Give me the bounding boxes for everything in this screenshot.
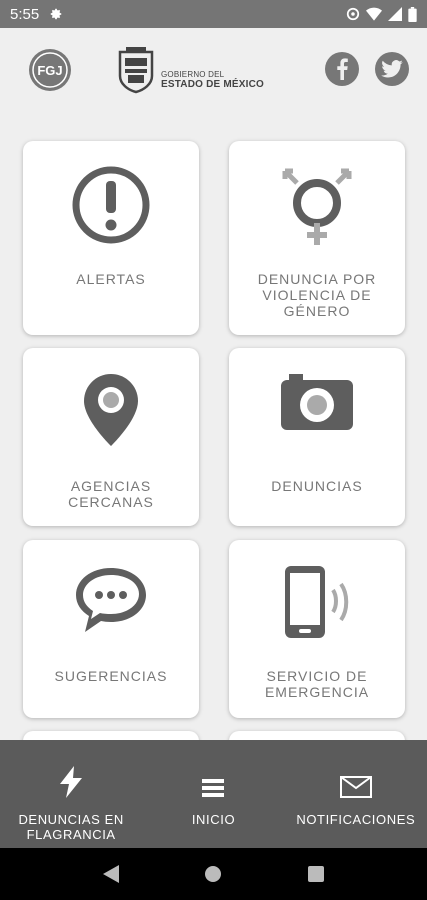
nav-notificaciones[interactable]: NOTIFICACIONES (285, 740, 427, 848)
bottom-navigation: DENUNCIAS EN FLAGRANCIA INICIO NOTIFICAC… (0, 740, 427, 848)
header: FGJ GOBIERNO DEL ESTADO DE MÉXICO (0, 28, 427, 118)
signal-icon (388, 7, 402, 21)
camera-icon (281, 374, 353, 430)
location-pin-icon (84, 374, 138, 446)
twitter-button[interactable] (375, 52, 409, 86)
data-saver-icon (346, 7, 360, 21)
card-label-violencia-genero: DENUNCIA POR VIOLENCIA DE GÉNERO (257, 271, 377, 319)
system-navigation-bar (0, 848, 427, 900)
nav-label-flagrancia: DENUNCIAS EN FLAGRANCIA (18, 812, 124, 842)
card-sugerencias[interactable]: SUGERENCIAS (23, 540, 199, 718)
battery-icon (408, 6, 417, 22)
status-bar: 5:55 (0, 0, 427, 28)
fgj-logo: FGJ (29, 49, 71, 91)
card-agencias-cercanas[interactable]: AGENCIAS CERCANAS (23, 348, 199, 526)
card-label-alertas: ALERTAS (76, 271, 146, 287)
lightning-icon (60, 766, 83, 798)
status-time: 5:55 (10, 5, 40, 23)
gear-icon (50, 8, 62, 20)
government-shield-logo (118, 47, 154, 94)
card-label-servicio-emergencia: SERVICIO DE EMERGENCIA (264, 668, 370, 700)
card-label-denuncias: DENUNCIAS (271, 478, 363, 494)
recents-icon[interactable] (308, 866, 325, 882)
card-alertas[interactable]: ALERTAS (23, 141, 199, 335)
card-label-agencias-cercanas: AGENCIAS CERCANAS (68, 478, 154, 510)
home-icon[interactable] (204, 865, 222, 883)
card-servicio-emergencia[interactable]: SERVICIO DE EMERGENCIA (229, 540, 405, 718)
card-label-sugerencias: SUGERENCIAS (54, 668, 168, 684)
facebook-icon (337, 58, 348, 80)
facebook-button[interactable] (325, 52, 359, 86)
gender-icon (282, 168, 352, 245)
card-denuncias[interactable]: DENUNCIAS (229, 348, 405, 526)
gov-line1: GOBIERNO DEL (161, 70, 225, 79)
card-violencia-genero[interactable]: DENUNCIA POR VIOLENCIA DE GÉNERO (229, 141, 405, 335)
phone-vibrate-icon (285, 566, 349, 638)
nav-denuncias-flagrancia[interactable]: DENUNCIAS EN FLAGRANCIA (0, 740, 142, 848)
wifi-icon (366, 7, 382, 21)
back-icon[interactable] (102, 865, 119, 883)
chat-bubble-icon (76, 568, 146, 632)
nav-inicio[interactable]: INICIO (142, 740, 284, 848)
twitter-icon (381, 60, 403, 78)
nav-label-notificaciones: NOTIFICACIONES (296, 812, 416, 827)
menu-icon (202, 779, 225, 797)
alert-icon (72, 166, 150, 244)
svg-text:FGJ: FGJ (37, 63, 62, 78)
envelope-icon (339, 776, 372, 798)
nav-label-inicio: INICIO (191, 812, 236, 827)
government-text: GOBIERNO DEL ESTADO DE MÉXICO (161, 70, 264, 90)
gov-line2: ESTADO DE MÉXICO (161, 79, 265, 90)
